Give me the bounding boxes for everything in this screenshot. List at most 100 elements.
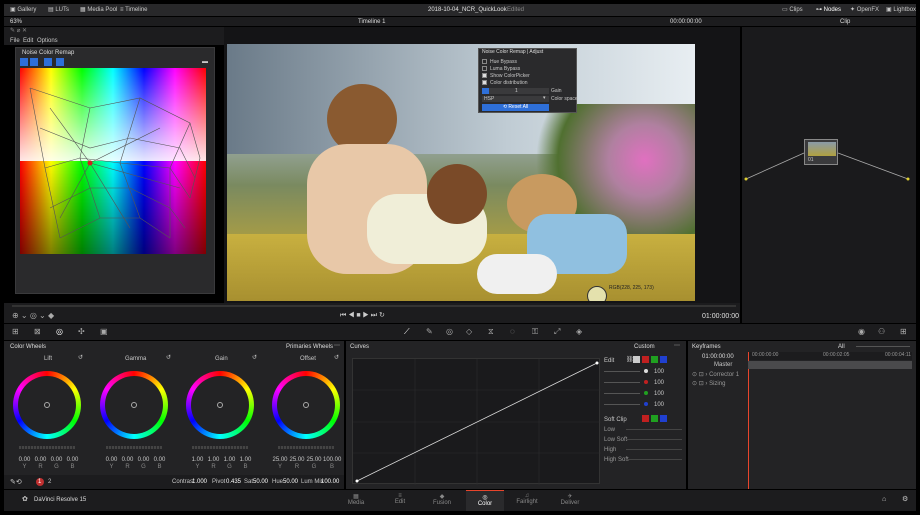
playback-controls[interactable]: ⏮ ◀ ■ ▶ ⏭ ↻ <box>340 312 385 319</box>
pen-tool-icon[interactable] <box>20 58 28 66</box>
channel-g-button[interactable] <box>651 356 658 363</box>
reset-lift-icon[interactable]: ↺ <box>78 355 83 361</box>
page-media[interactable]: ▦ Media <box>342 493 370 506</box>
high-slider[interactable] <box>626 449 682 450</box>
low-slider[interactable] <box>626 429 682 430</box>
keyframes-icon[interactable]: ⚇ <box>878 328 885 336</box>
sizing-row[interactable]: ⊙ ⊡ › Sizing <box>692 381 725 387</box>
soft-clip-b-button[interactable] <box>660 415 667 422</box>
wheels-mode[interactable]: Primaries Wheels <box>286 344 333 350</box>
soft-clip-g-button[interactable] <box>651 415 658 422</box>
magic-mask-icon[interactable]: ⧖ <box>488 328 494 336</box>
pivot-value[interactable]: 0.435 <box>226 479 241 485</box>
sat-value[interactable]: 50.00 <box>253 479 268 485</box>
media-pool-tab[interactable]: ▦ Media Pool <box>80 7 117 13</box>
lum-mix-value[interactable]: 100.00 <box>321 479 339 485</box>
hue-bypass-checkbox[interactable] <box>482 59 487 65</box>
lift-wheel[interactable] <box>13 371 81 439</box>
hue-bypass-option[interactable]: Hue Bypass <box>482 59 572 66</box>
intensity-y-value[interactable]: 100 <box>654 369 664 375</box>
offset-master-slider[interactable] <box>278 446 334 449</box>
remap-center-point[interactable] <box>87 160 93 166</box>
timeline-name[interactable]: Timeline 1 <box>358 19 385 25</box>
scopes-icon[interactable]: ◉ <box>858 328 865 336</box>
soft-clip-r-button[interactable] <box>642 415 649 422</box>
home-icon[interactable]: ⌂ <box>882 496 886 503</box>
intensity-y-slider[interactable] <box>604 371 640 372</box>
curves-icon[interactable]: ⟋ <box>404 328 410 336</box>
lift-b-value[interactable]: 0.00 <box>66 457 79 463</box>
gamma-r-value[interactable]: 0.00 <box>121 457 134 463</box>
window-icon[interactable]: ◎ <box>446 328 453 336</box>
node-01[interactable]: 01 <box>804 139 838 165</box>
remap-grid[interactable] <box>20 68 206 254</box>
color-space-select[interactable]: HSP ▾ <box>482 96 549 102</box>
offset-g-value[interactable]: 25.00 <box>306 457 322 463</box>
scrubber-track[interactable] <box>12 305 736 307</box>
menu-file[interactable]: File <box>10 38 20 44</box>
gain-b-value[interactable]: 1.00 <box>239 457 252 463</box>
auto-balance-icon[interactable]: ✎⟲ <box>10 479 22 486</box>
reset-all-button[interactable]: ⟲ Reset All <box>482 104 549 111</box>
luts-tab[interactable]: ▤ LUTs <box>48 7 69 13</box>
key-icon[interactable]: ⚿ <box>532 328 538 336</box>
intensity-r-value[interactable]: 100 <box>654 380 664 386</box>
curve-svg[interactable] <box>353 359 601 485</box>
node-editor[interactable]: 01 <box>742 27 916 323</box>
gamma-b-value[interactable]: 0.00 <box>153 457 166 463</box>
page-edit[interactable]: ≡ Edit <box>386 493 414 505</box>
lift-g-value[interactable]: 0.00 <box>50 457 63 463</box>
hue-value[interactable]: 50.00 <box>283 479 298 485</box>
offset-b-value[interactable]: 100.00 <box>323 457 341 463</box>
gamma-wheel[interactable] <box>100 371 168 439</box>
intensity-b-slider[interactable] <box>604 404 640 405</box>
offset-r-value[interactable]: 25.00 <box>289 457 305 463</box>
rgb-mixer-icon[interactable]: ✣ <box>78 328 85 336</box>
color-wheels-icon[interactable]: ◎ <box>56 328 63 336</box>
gamma-wheel-center[interactable] <box>131 402 137 408</box>
lift-wheel-center[interactable] <box>44 402 50 408</box>
color-dist-option[interactable]: Color distribution <box>482 80 572 87</box>
channel-b-button[interactable] <box>660 356 667 363</box>
color-dist-checkbox[interactable] <box>482 80 487 86</box>
playhead[interactable] <box>748 352 749 489</box>
camera-raw-icon[interactable]: ⊞ <box>12 328 19 336</box>
offset-y-value[interactable]: 25.00 <box>272 457 288 463</box>
offset-wheel[interactable] <box>272 371 340 439</box>
gamma-y-value[interactable]: 0.00 <box>105 457 118 463</box>
intensity-b-value[interactable]: 100 <box>654 402 664 408</box>
tool-icons[interactable]: ✎ ⌀ ✕ <box>10 28 27 34</box>
page-deliver[interactable]: ✈ Deliver <box>556 493 584 506</box>
gain-r-value[interactable]: 1.00 <box>207 457 220 463</box>
intensity-g-value[interactable]: 100 <box>654 391 664 397</box>
clips-tab[interactable]: ▭ Clips <box>782 7 803 13</box>
lightbox-tab[interactable]: ▣ Lightbox <box>886 7 916 13</box>
gamma-master-slider[interactable] <box>106 446 162 449</box>
panel-options-icon[interactable]: ⋯ <box>334 343 340 349</box>
gamma-g-value[interactable]: 0.00 <box>137 457 150 463</box>
link-channels-icon[interactable]: ⛓ <box>626 356 634 363</box>
keyframes-zoom-slider[interactable] <box>856 346 910 347</box>
blur-icon[interactable]: ◌ <box>510 328 515 336</box>
circle-tool-icon[interactable] <box>30 58 38 66</box>
offset-wheel-center[interactable] <box>303 402 309 408</box>
gain-wheel-center[interactable] <box>217 402 223 408</box>
tracker-icon[interactable]: ◇ <box>466 328 472 336</box>
nodes-tab[interactable]: ⊶ Nodes <box>816 7 841 13</box>
color-remap-canvas[interactable] <box>20 68 206 254</box>
channel-y-button[interactable] <box>633 356 640 363</box>
channel-r-button[interactable] <box>642 356 649 363</box>
openfx-tab[interactable]: ✦ OpenFX <box>850 7 879 13</box>
grid-tool-icon[interactable] <box>44 58 52 66</box>
clip-label[interactable]: Clip <box>840 19 850 25</box>
corrector-row[interactable]: ⊙ ⊡ › Corrector 1 <box>692 372 739 378</box>
page-fairlight[interactable]: ♫ Fairlight <box>510 493 544 505</box>
viewer-mode-icon[interactable]: ⊕ ⌄ ◎ ⌄ ◆ <box>12 312 54 320</box>
lift-r-value[interactable]: 0.00 <box>34 457 47 463</box>
luma-bypass-checkbox[interactable] <box>482 66 487 72</box>
keyframes-filter[interactable]: All <box>838 344 845 350</box>
gain-field[interactable]: 1 <box>482 88 549 94</box>
panel-menu-icon[interactable]: ▬ <box>202 59 208 65</box>
intensity-r-slider[interactable] <box>604 382 640 383</box>
3d-icon[interactable]: ◈ <box>576 328 582 336</box>
